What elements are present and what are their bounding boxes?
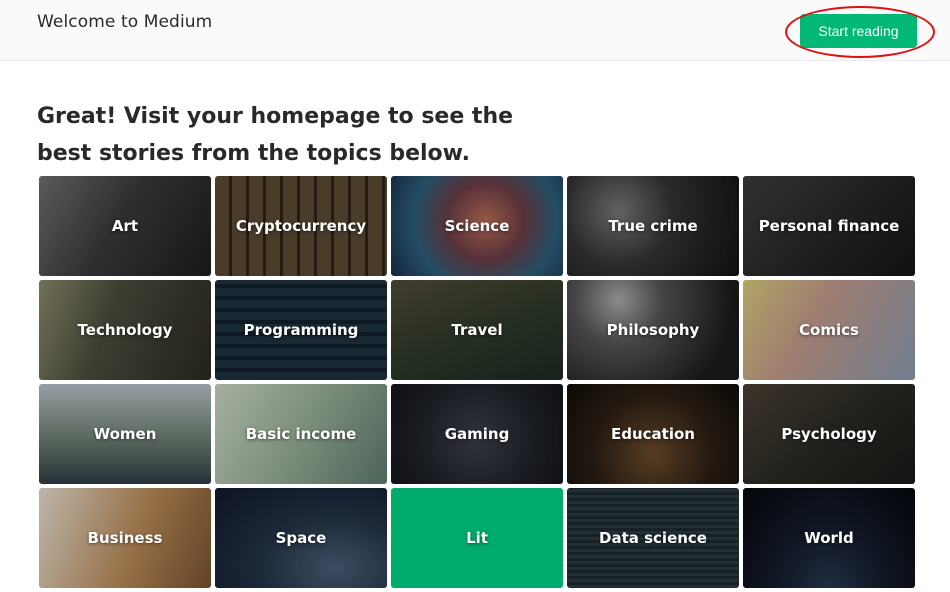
topic-tile-science[interactable]: Science bbox=[391, 176, 563, 276]
topic-label: Basic income bbox=[245, 425, 357, 443]
topic-label: Art bbox=[111, 217, 139, 235]
topic-label: Technology bbox=[77, 321, 173, 339]
topic-tile-business[interactable]: Business bbox=[39, 488, 211, 588]
topic-tile-philosophy[interactable]: Philosophy bbox=[567, 280, 739, 380]
topic-tile-personal-finance[interactable]: Personal finance bbox=[743, 176, 915, 276]
page-headline: Great! Visit your homepage to see the be… bbox=[37, 104, 514, 166]
topic-tile-travel[interactable]: Travel bbox=[391, 280, 563, 380]
topic-label: Comics bbox=[799, 321, 859, 339]
topic-label: World bbox=[804, 529, 854, 547]
welcome-title: Welcome to Medium bbox=[37, 12, 213, 32]
topic-tile-world[interactable]: World bbox=[743, 488, 915, 588]
topic-label: Data science bbox=[599, 529, 707, 547]
topic-label: Personal finance bbox=[758, 217, 900, 235]
topic-tile-data-science[interactable]: Data science bbox=[567, 488, 739, 588]
topic-label: Philosophy bbox=[606, 321, 700, 339]
topic-tile-basic-income[interactable]: Basic income bbox=[215, 384, 387, 484]
start-reading-button[interactable]: Start reading bbox=[800, 14, 917, 48]
topic-tile-space[interactable]: Space bbox=[215, 488, 387, 588]
topic-tile-gaming[interactable]: Gaming bbox=[391, 384, 563, 484]
topic-label: Business bbox=[87, 529, 163, 547]
topic-label: True crime bbox=[608, 217, 698, 235]
topic-grid: Art Cryptocurrency Science True crime Pe… bbox=[39, 176, 915, 588]
top-bar: Welcome to Medium Start reading bbox=[0, 0, 950, 61]
topic-label: Science bbox=[444, 217, 510, 235]
topic-label: Space bbox=[275, 529, 327, 547]
topic-tile-cryptocurrency[interactable]: Cryptocurrency bbox=[215, 176, 387, 276]
topic-label: Women bbox=[93, 425, 157, 443]
topic-tile-education[interactable]: Education bbox=[567, 384, 739, 484]
topic-label: Programming bbox=[243, 321, 359, 339]
topic-tile-lit[interactable]: Lit bbox=[391, 488, 563, 588]
topic-tile-psychology[interactable]: Psychology bbox=[743, 384, 915, 484]
topic-tile-true-crime[interactable]: True crime bbox=[567, 176, 739, 276]
topic-tile-technology[interactable]: Technology bbox=[39, 280, 211, 380]
topic-label: Psychology bbox=[781, 425, 877, 443]
topic-tile-programming[interactable]: Programming bbox=[215, 280, 387, 380]
topic-label: Education bbox=[611, 425, 695, 443]
topic-label: Gaming bbox=[444, 425, 510, 443]
topic-label: Cryptocurrency bbox=[235, 217, 367, 235]
topic-tile-women[interactable]: Women bbox=[39, 384, 211, 484]
topic-tile-comics[interactable]: Comics bbox=[743, 280, 915, 380]
topic-label: Travel bbox=[451, 321, 503, 339]
topic-tile-art[interactable]: Art bbox=[39, 176, 211, 276]
topic-label: Lit bbox=[466, 529, 488, 547]
